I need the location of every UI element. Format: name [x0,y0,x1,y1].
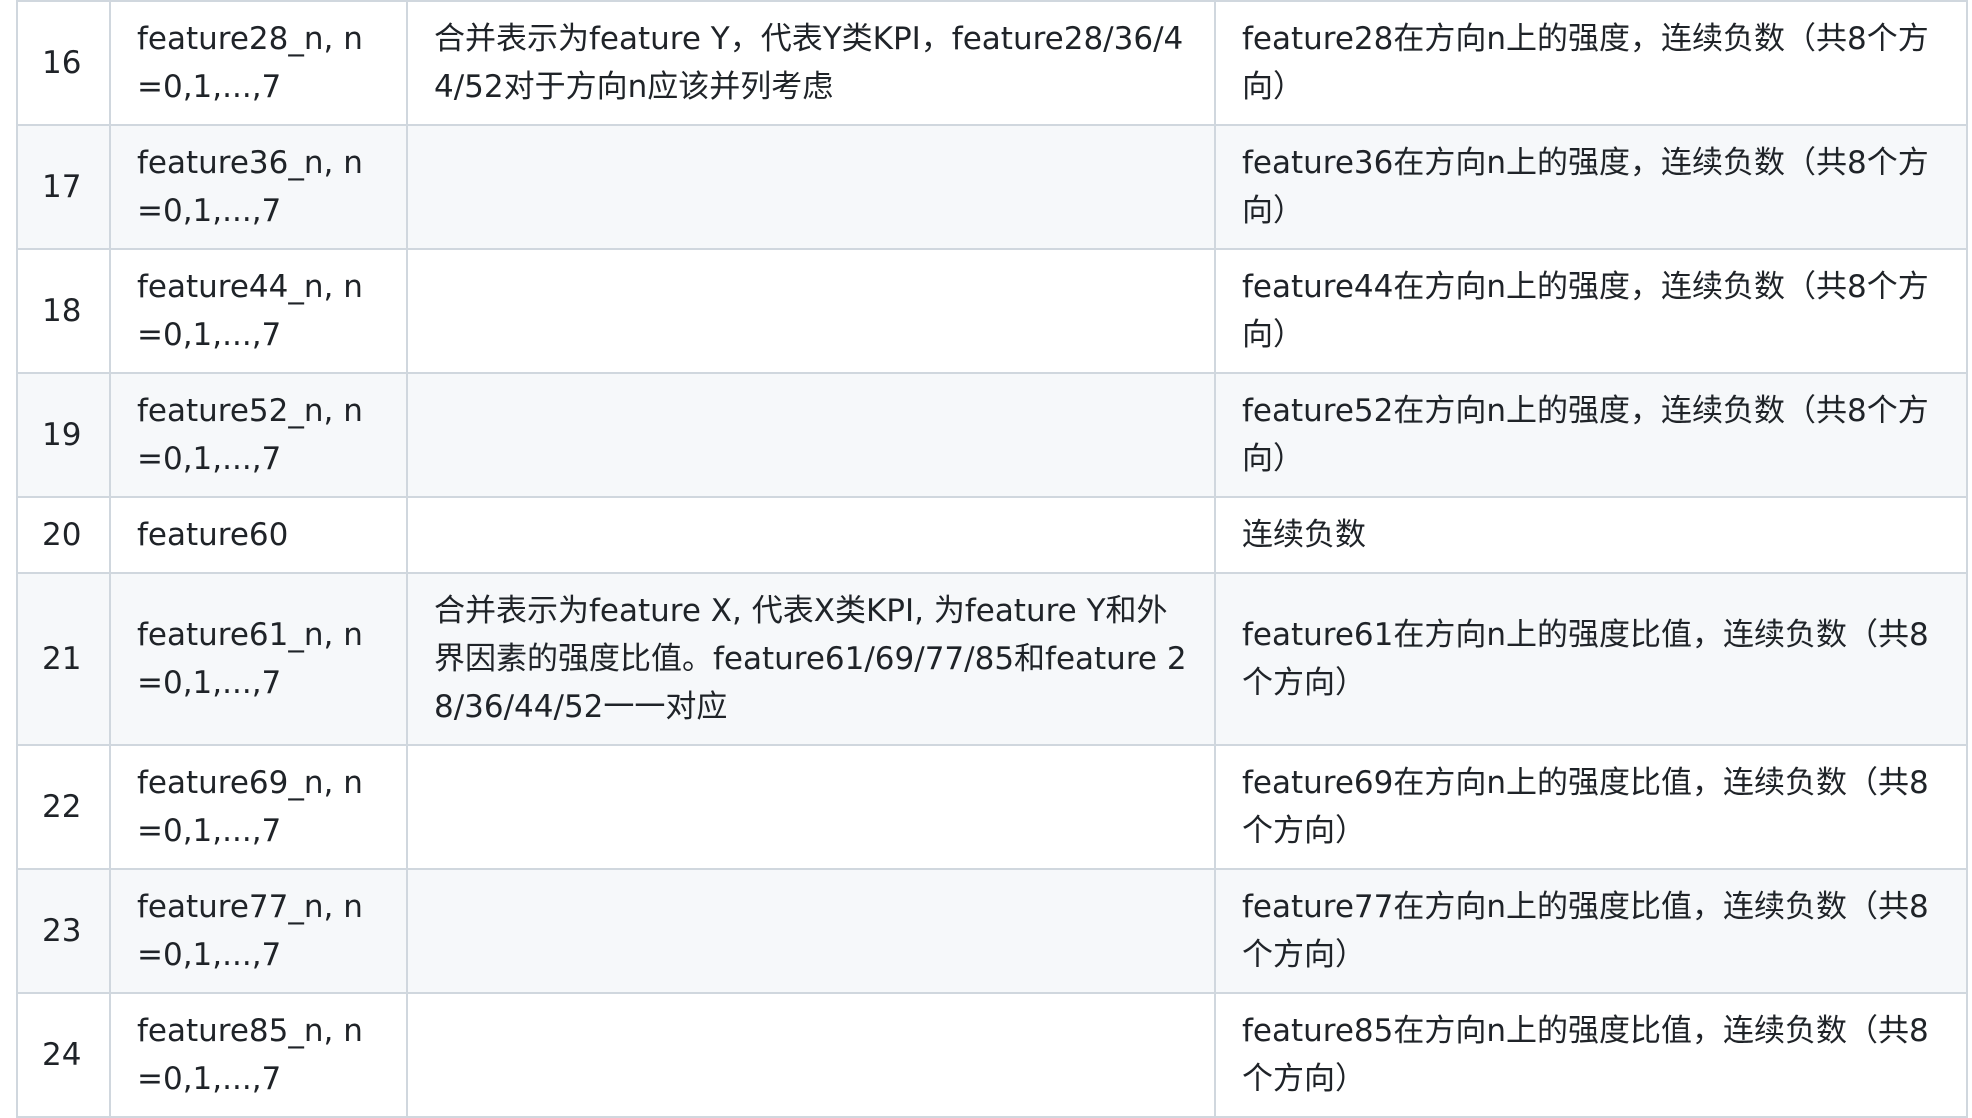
feature-table-container: 16 feature28_n, n=0,1,...,7 合并表示为feature… [16,0,1968,1118]
row-index: 22 [16,744,111,870]
feature-description: feature69在方向n上的强度比值，连续负数（共8个方向） [1214,744,1968,870]
feature-description: feature77在方向n上的强度比值，连续负数（共8个方向） [1214,868,1968,994]
feature-description: feature61在方向n上的强度比值，连续负数（共8个方向） [1214,572,1968,746]
table-row: 22 feature69_n, n=0,1,...,7 feature69在方向… [16,744,1968,870]
row-index: 24 [16,992,111,1118]
feature-name: feature77_n, n=0,1,...,7 [109,868,408,994]
table-row: 24 feature85_n, n=0,1,...,7 feature85在方向… [16,992,1968,1118]
table-row: 16 feature28_n, n=0,1,...,7 合并表示为feature… [16,0,1968,126]
row-index: 19 [16,372,111,498]
row-index: 18 [16,248,111,374]
feature-name: feature69_n, n=0,1,...,7 [109,744,408,870]
row-index: 16 [16,0,111,126]
merge-note [406,868,1216,994]
table-row: 21 feature61_n, n=0,1,...,7 合并表示为feature… [16,572,1968,746]
merge-note [406,992,1216,1118]
table-row: 18 feature44_n, n=0,1,...,7 feature44在方向… [16,248,1968,374]
feature-description: feature85在方向n上的强度比值，连续负数（共8个方向） [1214,992,1968,1118]
merge-note [406,124,1216,250]
row-index: 20 [16,496,111,574]
table-row: 23 feature77_n, n=0,1,...,7 feature77在方向… [16,868,1968,994]
feature-description: feature28在方向n上的强度，连续负数（共8个方向） [1214,0,1968,126]
feature-name: feature52_n, n=0,1,...,7 [109,372,408,498]
merge-note [406,372,1216,498]
feature-table: 16 feature28_n, n=0,1,...,7 合并表示为feature… [16,0,1968,1118]
merge-note: 合并表示为feature Y，代表Y类KPI，feature28/36/44/5… [406,0,1216,126]
table-row: 17 feature36_n, n=0,1,...,7 feature36在方向… [16,124,1968,250]
table-row: 19 feature52_n, n=0,1,...,7 feature52在方向… [16,372,1968,498]
feature-name: feature36_n, n=0,1,...,7 [109,124,408,250]
row-index: 17 [16,124,111,250]
merge-note: 合并表示为feature X, 代表X类KPI, 为feature Y和外界因素… [406,572,1216,746]
feature-name: feature28_n, n=0,1,...,7 [109,0,408,126]
feature-name: feature85_n, n=0,1,...,7 [109,992,408,1118]
merge-note [406,496,1216,574]
feature-name: feature61_n, n=0,1,...,7 [109,572,408,746]
feature-description: feature52在方向n上的强度，连续负数（共8个方向） [1214,372,1968,498]
row-index: 23 [16,868,111,994]
feature-description: 连续负数 [1214,496,1968,574]
feature-name: feature60 [109,496,408,574]
merge-note [406,744,1216,870]
table-row: 20 feature60 连续负数 [16,496,1968,574]
feature-name: feature44_n, n=0,1,...,7 [109,248,408,374]
merge-note [406,248,1216,374]
row-index: 21 [16,572,111,746]
feature-description: feature44在方向n上的强度，连续负数（共8个方向） [1214,248,1968,374]
feature-description: feature36在方向n上的强度，连续负数（共8个方向） [1214,124,1968,250]
